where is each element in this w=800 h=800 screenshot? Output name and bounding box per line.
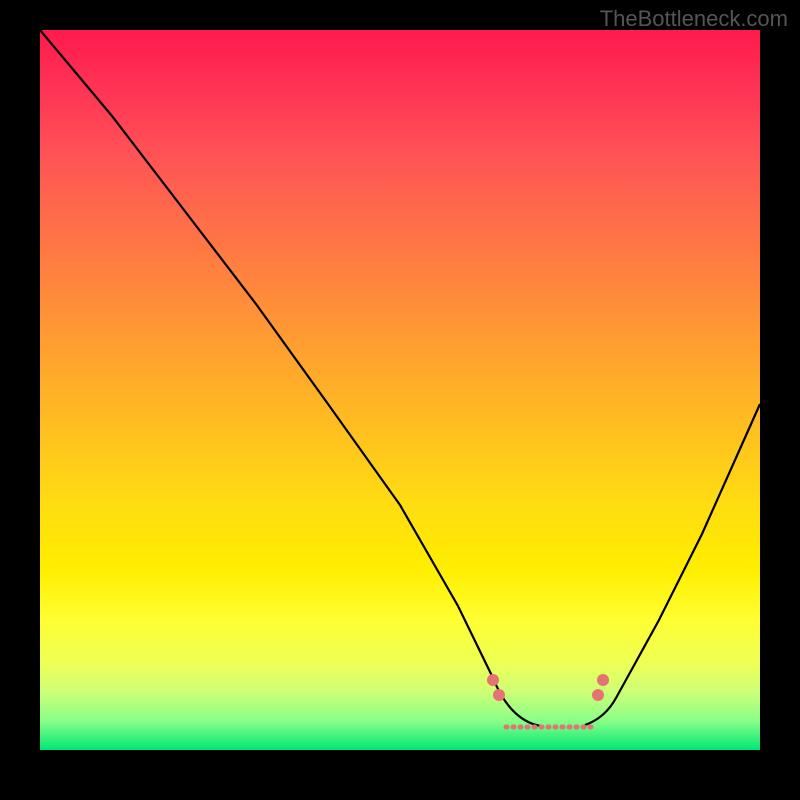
curve-left-descent <box>40 30 540 726</box>
bottleneck-curve-svg <box>40 30 760 750</box>
trough-dot <box>493 689 505 701</box>
watermark-text: TheBottleneck.com <box>600 6 788 32</box>
trough-dots-group <box>487 674 609 701</box>
trough-dot <box>597 674 609 686</box>
trough-dot <box>592 689 604 701</box>
plot-area <box>40 30 760 750</box>
chart-container: TheBottleneck.com <box>0 0 800 800</box>
curve-right-ascent <box>585 404 760 725</box>
trough-dot <box>487 674 499 686</box>
